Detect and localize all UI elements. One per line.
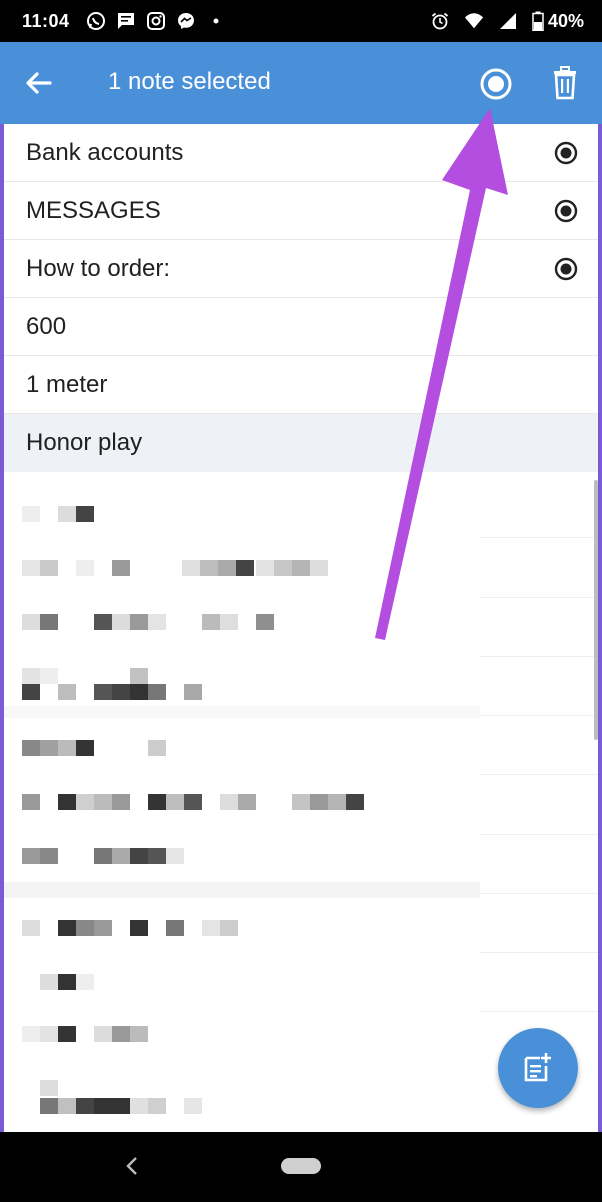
messenger-icon — [176, 11, 196, 31]
message-icon — [116, 11, 136, 31]
selected-radio-icon[interactable] — [554, 141, 578, 165]
select-all-icon[interactable] — [478, 66, 514, 102]
alarm-icon — [430, 11, 450, 31]
divider — [480, 952, 598, 953]
scrollbar[interactable] — [594, 480, 598, 740]
clock: 11:04 — [22, 10, 70, 31]
divider — [480, 537, 598, 538]
note-title: 600 — [26, 312, 67, 340]
note-item[interactable]: Bank accounts — [4, 124, 598, 182]
note-title: How to order: — [26, 254, 171, 282]
add-note-icon — [524, 1053, 551, 1082]
frame-border-right — [598, 42, 602, 1132]
pixel-band — [4, 882, 480, 898]
battery-icon — [532, 11, 544, 31]
pixelated-notes-area — [4, 480, 598, 1130]
status-bar: 11:04 40% — [0, 0, 602, 42]
divider — [480, 834, 598, 835]
system-navigation-bar — [0, 1132, 602, 1202]
signal-icon — [498, 11, 518, 31]
whatsapp-icon — [86, 11, 106, 31]
new-note-fab[interactable] — [498, 1028, 578, 1108]
delete-icon[interactable] — [550, 66, 580, 100]
note-item-highlighted[interactable]: Honor play — [4, 414, 598, 472]
selection-count-title: 1 note selected — [108, 68, 271, 95]
note-item[interactable]: 600 — [4, 298, 598, 356]
divider — [480, 774, 598, 775]
note-item[interactable]: 1 meter — [4, 356, 598, 414]
note-title: Bank accounts — [26, 138, 184, 166]
divider — [480, 656, 598, 657]
battery-percentage: 40% — [547, 10, 584, 31]
note-title: MESSAGES — [26, 196, 161, 224]
instagram-icon — [146, 11, 166, 31]
notes-list: Bank accounts MESSAGES How to order: 600… — [4, 124, 598, 472]
selected-radio-icon[interactable] — [554, 257, 578, 281]
selection-app-bar: 1 note selected — [0, 42, 602, 124]
divider — [480, 893, 598, 894]
note-item[interactable]: MESSAGES — [4, 182, 598, 240]
divider — [480, 715, 598, 716]
note-item[interactable]: How to order: — [4, 240, 598, 298]
nav-home-pill[interactable] — [281, 1158, 321, 1174]
note-title: Honor play — [26, 429, 143, 456]
divider — [480, 1011, 598, 1012]
nav-back-icon[interactable] — [122, 1154, 142, 1178]
back-arrow-icon[interactable] — [22, 66, 56, 100]
note-title: 1 meter — [26, 370, 108, 398]
dot-icon — [206, 11, 226, 31]
selected-radio-icon[interactable] — [554, 199, 578, 223]
pixel-band — [4, 706, 480, 718]
wifi-icon — [464, 11, 484, 31]
divider — [480, 597, 598, 598]
